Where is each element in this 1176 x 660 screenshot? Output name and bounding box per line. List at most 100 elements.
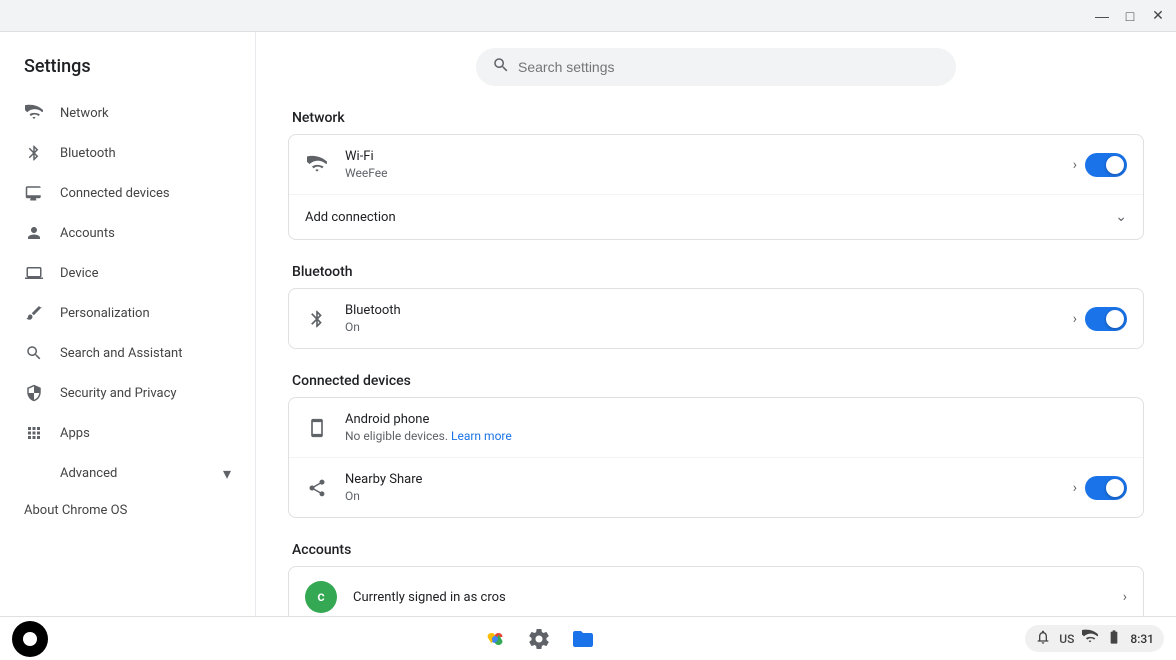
search-bar [476,48,956,86]
sidebar-item-accounts[interactable]: Accounts [0,213,243,253]
taskbar-right: US 8:31 [1025,625,1164,652]
add-connection-label: Add connection [305,210,1115,225]
nearby-share-content: Nearby Share On [345,472,1073,503]
wifi-row-icon [305,153,329,177]
bluetooth-toggle[interactable] [1085,307,1127,331]
sidebar-item-about[interactable]: About Chrome OS [0,493,255,528]
monitor-icon [24,183,44,203]
android-phone-content: Android phone No eligible devices. Learn… [345,412,1127,443]
sidebar-item-bluetooth[interactable]: Bluetooth [0,133,243,173]
sidebar-item-security-privacy[interactable]: Security and Privacy [0,373,243,413]
taskbar: US 8:31 [0,616,1176,660]
chevron-down-icon: ▾ [223,464,231,483]
sidebar-item-network-label: Network [60,106,109,121]
nearby-share-action: › [1073,476,1127,500]
apps-icon [24,423,44,443]
bluetooth-row-icon [305,307,329,331]
android-phone-row[interactable]: Android phone No eligible devices. Learn… [289,398,1143,458]
android-phone-label: Android phone [345,412,1127,427]
bluetooth-section-card: Bluetooth On › [288,288,1144,349]
sidebar-item-connected-label: Connected devices [60,186,170,201]
wifi-icon [24,103,44,123]
network-section-title: Network [288,110,1144,126]
nearby-share-toggle[interactable] [1085,476,1127,500]
add-connection-chevron-icon: ⌄ [1115,209,1127,225]
search-icon [492,56,510,78]
wifi-chevron-icon: › [1073,157,1077,173]
battery-icon [1106,629,1122,648]
add-connection-row[interactable]: Add connection ⌄ [289,195,1143,239]
sidebar-item-personalization-label: Personalization [60,306,150,321]
bluetooth-status: On [345,320,1073,334]
sidebar-item-advanced[interactable]: Advanced ▾ [0,453,255,493]
sidebar-title: Settings [0,48,255,93]
wifi-network-name: WeeFee [345,166,1073,180]
search-bar-container [288,48,1144,86]
wifi-toggle[interactable] [1085,153,1127,177]
sidebar-item-accounts-label: Accounts [60,226,115,241]
files-app-button[interactable] [565,621,601,657]
maximize-button[interactable]: □ [1116,2,1144,30]
connected-devices-section-title: Connected devices [288,373,1144,389]
nearby-share-status: On [345,489,1073,503]
sidebar-item-network[interactable]: Network [0,93,243,133]
sidebar-item-security-label: Security and Privacy [60,386,177,401]
bluetooth-row-content: Bluetooth On [345,303,1073,334]
search-input[interactable] [518,59,940,75]
wifi-tray-icon [1082,629,1098,648]
bluetooth-chevron-icon: › [1073,311,1077,327]
add-connection-action: ⌄ [1115,209,1127,225]
sidebar-item-search-label: Search and Assistant [60,346,183,361]
accounts-section-card: c Currently signed in as cros › [288,566,1144,616]
taskbar-center [477,621,601,657]
close-button[interactable]: ✕ [1144,2,1172,30]
sidebar-item-device-label: Device [60,266,99,281]
sidebar-item-device[interactable]: Device [0,253,243,293]
shield-icon [24,383,44,403]
wifi-row-content: Wi-Fi WeeFee [345,149,1073,180]
accounts-row[interactable]: c Currently signed in as cros › [289,567,1143,616]
sidebar-item-personalization[interactable]: Personalization [0,293,243,333]
account-avatar: c [305,581,337,613]
app-window: Settings Network Bluetooth [0,32,1176,616]
android-phone-subtitle: No eligible devices. Learn more [345,429,1127,443]
wifi-row-action: › [1073,153,1127,177]
network-section-card: Wi-Fi WeeFee › Add connection ⌄ [288,134,1144,240]
taskbar-left [12,621,52,657]
accounts-content: Currently signed in as cros [353,590,1123,605]
sidebar-item-apps[interactable]: Apps [0,413,243,453]
bluetooth-section-title: Bluetooth [288,264,1144,280]
nearby-share-row[interactable]: Nearby Share On › [289,458,1143,517]
android-phone-learn-more-link[interactable]: Learn more [451,429,512,443]
accounts-section-title: Accounts [288,542,1144,558]
bluetooth-row[interactable]: Bluetooth On › [289,289,1143,348]
accounts-signed-in: Currently signed in as cros [353,590,1123,605]
connected-devices-section-card: Android phone No eligible devices. Learn… [288,397,1144,518]
sidebar-item-search-assistant[interactable]: Search and Assistant [0,333,243,373]
main-content: Network Wi-Fi WeeFee › [256,32,1176,616]
locale-label: US [1059,632,1074,646]
brush-icon [24,303,44,323]
person-icon [24,223,44,243]
nearby-share-icon [305,476,329,500]
nearby-share-chevron-icon: › [1073,480,1077,496]
clock: 8:31 [1130,632,1154,646]
sidebar: Settings Network Bluetooth [0,32,256,616]
settings-app-button[interactable] [521,621,557,657]
system-tray[interactable]: US 8:31 [1025,625,1164,652]
minimize-button[interactable]: — [1088,2,1116,30]
laptop-icon [24,263,44,283]
notification-icon [1035,629,1051,648]
chrome-app-button[interactable] [477,621,513,657]
advanced-icon [24,463,44,483]
sidebar-item-connected-devices[interactable]: Connected devices [0,173,243,213]
bluetooth-row-action: › [1073,307,1127,331]
bluetooth-label: Bluetooth [345,303,1073,318]
launcher-button[interactable] [12,621,48,657]
android-phone-subtitle-text: No eligible devices. [345,429,448,443]
wifi-row[interactable]: Wi-Fi WeeFee › [289,135,1143,195]
sidebar-item-bluetooth-label: Bluetooth [60,146,116,161]
launcher-icon [23,632,37,646]
accounts-row-action: › [1123,589,1127,605]
sidebar-item-apps-label: Apps [60,426,90,441]
